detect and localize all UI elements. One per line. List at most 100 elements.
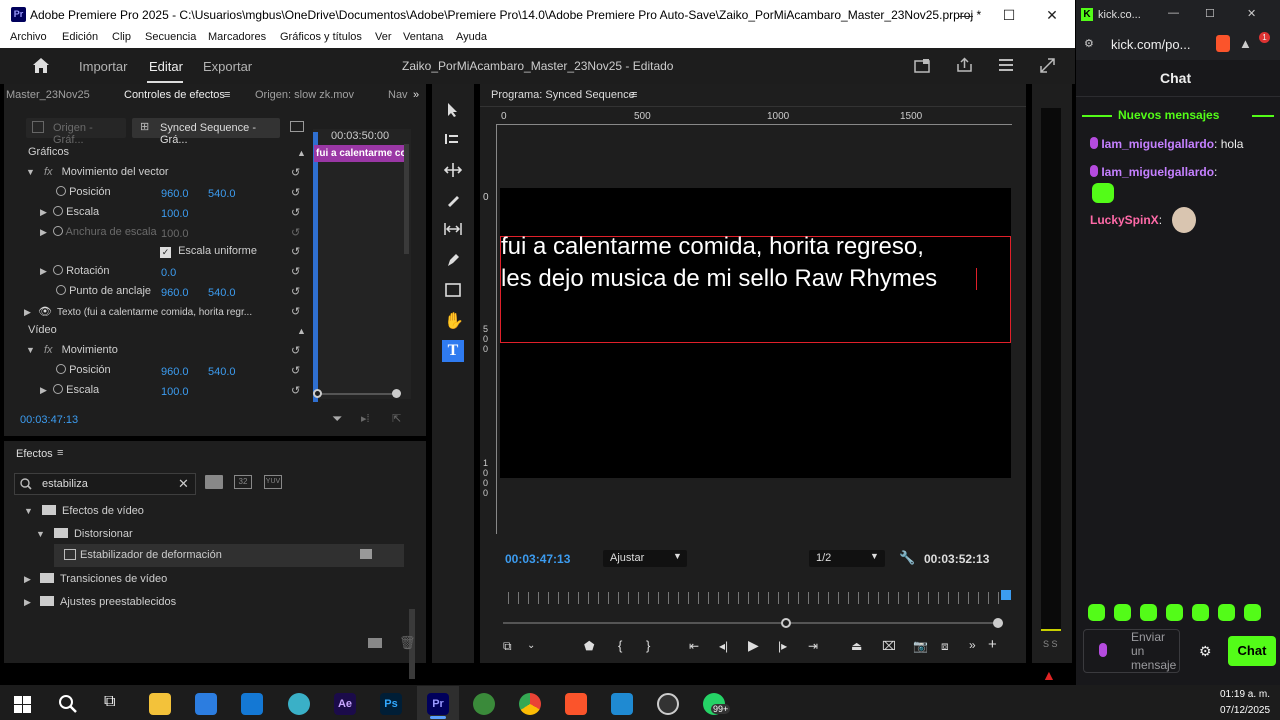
premiere-icon[interactable]: Pr (427, 693, 449, 715)
fx-icon[interactable]: fx (44, 166, 53, 178)
uniform-scale-checkbox[interactable]: ✓ (160, 247, 171, 258)
zoom-handle-right[interactable] (993, 618, 1003, 628)
panel-layout-icon[interactable] (290, 121, 304, 132)
expand-arrow-icon[interactable]: ▼ (26, 167, 35, 177)
expand-arrow-icon[interactable]: ▶ (40, 266, 47, 276)
insert-icon[interactable]: ⧉ (503, 639, 512, 654)
position-y-value[interactable]: 540.0 (208, 188, 236, 200)
vector-motion-row[interactable]: ▼ fx Movimiento del vector (26, 166, 169, 185)
anchor-x-value[interactable]: 960.0 (161, 287, 189, 299)
comparison-view-icon[interactable]: ⧈ (941, 639, 949, 654)
graphic-clip[interactable]: fui a calentarme co (314, 145, 405, 162)
menu-ver[interactable]: Ver (375, 31, 392, 43)
chrome-icon[interactable] (519, 693, 541, 715)
reset-icon[interactable]: ↺ (291, 166, 300, 179)
effects-item-video-effects[interactable]: ▼ Efectos de vídeo (24, 505, 144, 524)
github-icon[interactable] (657, 693, 679, 715)
close-button[interactable]: ✕ (1247, 7, 1256, 20)
menu-clip[interactable]: Clip (112, 31, 131, 43)
program-zoom-bar[interactable] (503, 622, 1003, 624)
site-settings-icon[interactable]: ⚙ (1084, 37, 1094, 50)
stopwatch-icon[interactable] (53, 206, 64, 216)
sequence-selector[interactable]: ⊞ Synced Sequence - Grá... (132, 118, 280, 146)
more-controls-icon[interactable]: » (969, 638, 976, 652)
expand-arrow-icon[interactable]: ▶ (40, 207, 47, 217)
chat-input[interactable]: Enviar un mensaje (1083, 629, 1180, 673)
camera-icon[interactable]: 📷 (913, 639, 928, 653)
store-icon[interactable] (195, 693, 217, 715)
track-select-tool-icon[interactable] (444, 132, 462, 146)
browser-tab-title[interactable]: kick.co... (1098, 9, 1141, 21)
menu-ayuda[interactable]: Ayuda (456, 31, 487, 43)
new-bin-icon[interactable] (368, 638, 382, 648)
reset-icon[interactable]: ↺ (291, 364, 300, 377)
task-view-icon[interactable]: ⧉ (104, 693, 115, 711)
step-forward-icon[interactable]: |▸ (778, 639, 787, 653)
lift-icon[interactable]: ⏏ (851, 639, 862, 653)
emote-icon[interactable] (1218, 604, 1235, 621)
rectangle-tool-icon[interactable] (445, 283, 461, 297)
zoom-bar[interactable] (315, 393, 399, 395)
edit-tab[interactable]: Editar (149, 59, 183, 74)
chat-username[interactable]: Iam_miguelgallardo (1101, 137, 1214, 151)
add-marker-icon[interactable]: ⬟ (584, 639, 594, 653)
home-icon[interactable] (32, 57, 50, 74)
go-to-in-icon[interactable]: ⇤ (689, 639, 699, 653)
program-playhead[interactable] (1001, 590, 1011, 600)
url-field[interactable]: kick.com/po... (1111, 37, 1190, 52)
outlook-icon[interactable] (241, 693, 263, 715)
expand-arrow-icon[interactable]: ▶ (40, 227, 47, 237)
expand-arrow-icon[interactable]: ▼ (26, 345, 35, 355)
emote-icon[interactable] (1140, 604, 1157, 621)
collapse-video-icon[interactable]: ▲ (297, 326, 306, 336)
maximize-button[interactable]: ☐ (1205, 7, 1215, 20)
emote-icon[interactable] (1088, 604, 1105, 621)
solo-labels[interactable]: S S (1043, 639, 1058, 649)
after-effects-icon[interactable]: Ae (334, 693, 356, 715)
share-icon[interactable] (956, 57, 973, 73)
tab-nav[interactable]: Nav (388, 89, 408, 101)
emote-icon[interactable] (1192, 604, 1209, 621)
mini-timeline[interactable] (313, 129, 411, 399)
vscode-icon[interactable] (611, 693, 633, 715)
tab-menu-icon[interactable]: ≡ (224, 89, 230, 101)
fullscreen-icon[interactable] (1040, 58, 1055, 73)
filter-icon[interactable]: ⏷ (332, 411, 342, 427)
32bit-effects-icon[interactable]: 32 (234, 475, 252, 489)
brave-icon[interactable] (565, 693, 587, 715)
chat-username[interactable]: Iam_miguelgallardo (1101, 165, 1214, 179)
fx-icon[interactable]: fx (44, 344, 53, 356)
menu-lines-icon[interactable] (998, 58, 1014, 72)
reset-icon[interactable]: ↺ (291, 384, 300, 397)
windows-start-icon[interactable] (14, 696, 31, 713)
more-tabs-icon[interactable]: » (413, 89, 419, 101)
zoom-handle-left[interactable] (781, 618, 791, 628)
program-timecode[interactable]: 00:03:47:13 (505, 552, 570, 566)
tab-master[interactable]: Master_23Nov25 (6, 89, 90, 101)
play-audio-icon[interactable]: ▸⁞ (361, 412, 370, 425)
send-chat-button[interactable]: Chat (1228, 636, 1276, 666)
minimize-button[interactable]: — (956, 5, 976, 25)
add-button-icon[interactable]: + (988, 636, 997, 653)
menu-marcadores[interactable]: Marcadores (208, 31, 266, 43)
photoshop-icon[interactable]: Ps (380, 693, 402, 715)
stopwatch-icon[interactable] (53, 384, 64, 394)
search-icon[interactable] (58, 694, 78, 714)
yuv-effects-icon[interactable]: YUV (264, 475, 282, 489)
effects-search-input[interactable]: estabiliza ✕ (14, 473, 196, 495)
reset-icon[interactable]: ↺ (291, 186, 300, 199)
stopwatch-icon[interactable] (53, 265, 64, 275)
wrench-icon[interactable]: 🔧 (899, 550, 915, 566)
mark-in-icon[interactable]: { (618, 638, 622, 653)
reset-icon[interactable]: ↺ (291, 245, 300, 258)
slip-tool-icon[interactable] (443, 222, 463, 236)
stopwatch-icon[interactable] (56, 285, 66, 295)
collapse-graphics-icon[interactable]: ▲ (297, 148, 306, 158)
fit-dropdown[interactable]: Ajustar ▼ (603, 550, 687, 567)
razor-tool-icon[interactable] (445, 192, 461, 208)
reset-icon[interactable]: ↺ (291, 265, 300, 278)
reset-icon[interactable]: ↺ (291, 285, 300, 298)
extract-icon[interactable]: ⌧ (882, 639, 896, 653)
clock-time[interactable]: 01:19 a. m. (1220, 689, 1270, 700)
caption-text[interactable]: fui a calentarme comida, horita regreso,… (501, 231, 937, 295)
